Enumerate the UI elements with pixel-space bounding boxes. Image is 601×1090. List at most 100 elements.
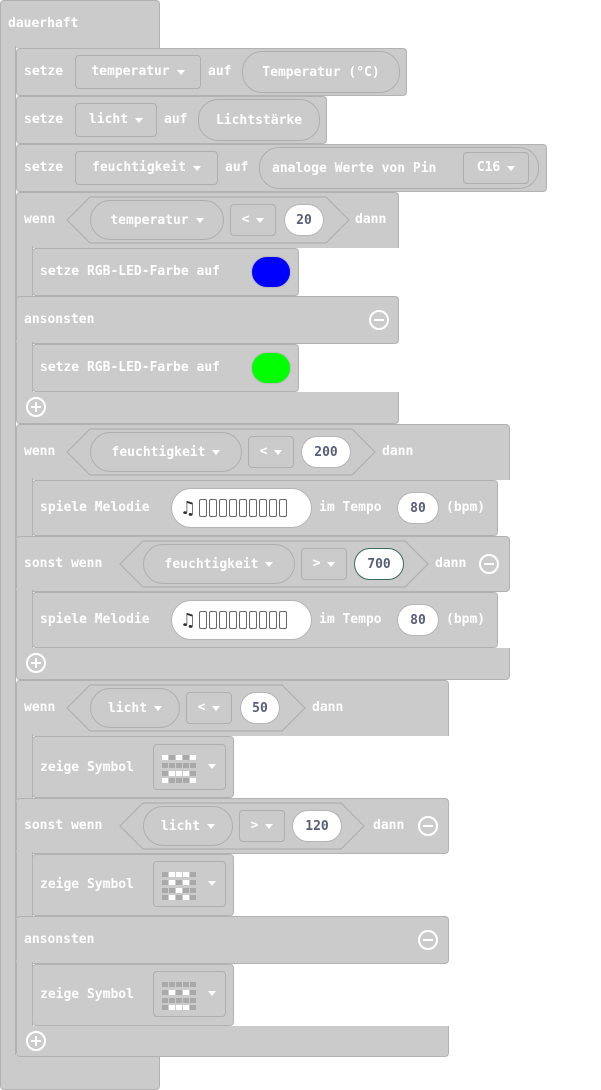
variable-reporter[interactable]: temperatur bbox=[90, 200, 224, 240]
color-picker[interactable] bbox=[251, 256, 291, 288]
tempo-input[interactable]: 80 bbox=[397, 492, 439, 524]
melody-editor[interactable]: ♫ bbox=[171, 600, 312, 640]
operator-dropdown-label: < bbox=[259, 444, 268, 459]
minus-circle-icon[interactable] bbox=[479, 554, 499, 574]
else-if-label: sonst wenn bbox=[24, 556, 103, 571]
plus-circle-icon[interactable] bbox=[26, 397, 46, 417]
operator-dropdown-label: < bbox=[241, 212, 250, 227]
number-input[interactable]: 50 bbox=[240, 692, 280, 724]
pin-dropdown-label: C16 bbox=[476, 160, 501, 175]
else-label: ansonsten bbox=[24, 312, 95, 327]
operator-dropdown[interactable]: > bbox=[301, 548, 347, 580]
temperature-sensor-reporter[interactable]: Temperatur (°C) bbox=[242, 51, 400, 93]
forever-block-arm bbox=[0, 46, 16, 1056]
led-matrix-icon[interactable] bbox=[153, 861, 226, 907]
melody-cell bbox=[229, 499, 238, 517]
melody-cell bbox=[209, 499, 218, 517]
music-note-icon: ♫ bbox=[180, 497, 197, 519]
chevron-down-icon bbox=[256, 217, 265, 223]
play-melody-label: spiele Melodie bbox=[40, 612, 150, 627]
variable-reporter[interactable]: feuchtigkeit bbox=[143, 544, 295, 584]
tempo-label: im Tempo bbox=[319, 500, 382, 515]
light-level-reporter[interactable]: Lichtstärke bbox=[198, 99, 320, 141]
chevron-down-icon bbox=[327, 561, 336, 567]
variable-reporter[interactable]: licht bbox=[90, 688, 180, 728]
melody-cell bbox=[279, 499, 288, 517]
plus-circle-icon[interactable] bbox=[26, 1031, 46, 1051]
chevron-down-icon bbox=[265, 823, 274, 829]
operator-dropdown[interactable]: > bbox=[239, 810, 285, 842]
forever-block-foot bbox=[0, 1055, 160, 1090]
melody-cell bbox=[259, 611, 268, 629]
tempo-input-value: 80 bbox=[410, 500, 426, 516]
variable-reporter[interactable]: licht bbox=[143, 806, 233, 846]
if-label: wenn bbox=[24, 700, 56, 715]
variable-dropdown[interactable]: feuchtigkeit bbox=[75, 151, 218, 185]
led-matrix-icon[interactable] bbox=[153, 744, 226, 790]
chevron-down-icon bbox=[135, 117, 144, 123]
number-input[interactable]: 20 bbox=[284, 204, 324, 236]
set-rgb-led-label: setze RGB-LED-Farbe auf bbox=[40, 360, 221, 375]
number-input-value: 50 bbox=[252, 700, 268, 716]
chevron-down-icon bbox=[208, 764, 216, 769]
chevron-down-icon bbox=[212, 449, 221, 455]
play-melody-label: spiele Melodie bbox=[40, 500, 150, 515]
led-matrix-icon[interactable] bbox=[153, 971, 226, 1017]
plus-circle-icon[interactable] bbox=[26, 653, 46, 673]
then-label: dann bbox=[382, 444, 414, 459]
set-label: setze bbox=[24, 160, 64, 175]
number-input[interactable]: 200 bbox=[301, 436, 351, 468]
melody-cell bbox=[219, 611, 228, 629]
melody-cell bbox=[209, 611, 218, 629]
led-grid bbox=[162, 982, 198, 1012]
variable-reporter[interactable]: feuchtigkeit bbox=[90, 432, 242, 472]
if-elseif-else-block-arm bbox=[16, 734, 33, 800]
color-picker[interactable] bbox=[251, 352, 291, 384]
if-else-block-foot bbox=[16, 392, 399, 424]
number-input-value: 20 bbox=[296, 212, 312, 228]
minus-circle-icon[interactable] bbox=[369, 310, 389, 330]
variable-reporter-label: temperatur bbox=[110, 212, 189, 228]
number-input-value: 700 bbox=[367, 556, 391, 572]
variable-dropdown[interactable]: licht bbox=[75, 103, 157, 137]
else-label: ansonsten bbox=[24, 932, 95, 947]
variable-reporter-label: feuchtigkeit bbox=[164, 556, 259, 572]
to-label: auf bbox=[225, 160, 249, 175]
bpm-label: (bpm) bbox=[446, 612, 486, 627]
forever-label: dauerhaft bbox=[8, 16, 79, 31]
melody-cell bbox=[269, 499, 278, 517]
variable-dropdown-label: licht bbox=[88, 112, 129, 127]
melody-cell bbox=[239, 611, 248, 629]
show-icon-label: zeige Symbol bbox=[40, 760, 134, 775]
show-icon-label: zeige Symbol bbox=[40, 987, 134, 1002]
then-label: dann bbox=[355, 212, 387, 227]
to-label: auf bbox=[164, 112, 188, 127]
variable-dropdown[interactable]: temperatur bbox=[75, 55, 201, 89]
melody-cell bbox=[229, 611, 238, 629]
to-label: auf bbox=[208, 64, 232, 79]
reporter-label: Temperatur (°C) bbox=[262, 64, 380, 80]
reporter-label: analoge Werte von Pin bbox=[272, 160, 437, 176]
music-note-icon: ♫ bbox=[180, 609, 197, 631]
operator-dropdown-label: > bbox=[250, 818, 259, 833]
set-label: setze bbox=[24, 112, 64, 127]
if-else-block-arm bbox=[16, 246, 33, 300]
minus-circle-icon[interactable] bbox=[418, 816, 438, 836]
chevron-down-icon bbox=[208, 991, 216, 996]
else-if-label: sonst wenn bbox=[24, 818, 103, 833]
if-elseif-block-arm bbox=[16, 478, 33, 538]
number-input[interactable]: 700 bbox=[354, 548, 404, 580]
tempo-input[interactable]: 80 bbox=[397, 604, 439, 636]
number-input[interactable]: 120 bbox=[292, 810, 342, 842]
number-input-value: 120 bbox=[305, 818, 329, 834]
operator-dropdown[interactable]: < bbox=[248, 436, 294, 468]
chevron-down-icon bbox=[154, 705, 163, 711]
variable-reporter-label: licht bbox=[160, 818, 201, 834]
minus-circle-icon[interactable] bbox=[418, 930, 438, 950]
operator-dropdown[interactable]: < bbox=[186, 692, 232, 724]
pin-dropdown[interactable]: C16 bbox=[463, 152, 529, 184]
melody-editor[interactable]: ♫ bbox=[171, 488, 312, 528]
melody-cell bbox=[219, 499, 228, 517]
operator-dropdown[interactable]: < bbox=[230, 204, 276, 236]
set-label: setze bbox=[24, 64, 64, 79]
